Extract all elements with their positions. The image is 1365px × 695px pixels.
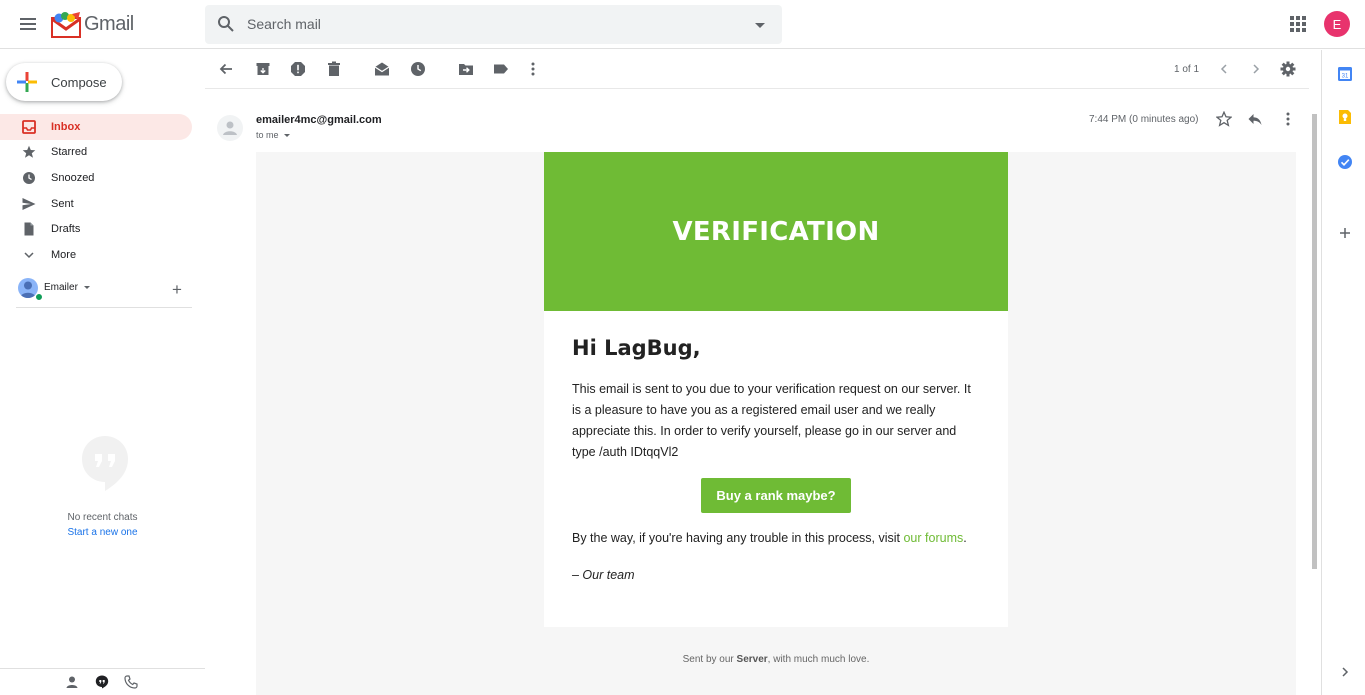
footer-suffix: , with much much love. bbox=[767, 654, 870, 665]
no-chats-text: No recent chats bbox=[67, 512, 138, 523]
search-input[interactable] bbox=[247, 13, 727, 35]
calendar-icon[interactable]: 31 bbox=[1337, 66, 1353, 82]
sidebar-item-label: Inbox bbox=[51, 120, 81, 133]
reply-icon[interactable] bbox=[1247, 111, 1263, 127]
sender-email: emailer4mc@gmail.com bbox=[256, 114, 382, 126]
expand-panel-chevron-icon[interactable] bbox=[1337, 664, 1353, 680]
side-panel: 31 bbox=[1321, 50, 1365, 695]
banner-title: VERIFICATION bbox=[672, 216, 880, 247]
more-vert-icon[interactable] bbox=[525, 61, 541, 77]
send-icon bbox=[22, 197, 36, 211]
label-icon[interactable] bbox=[493, 61, 509, 77]
compose-button[interactable]: Compose bbox=[6, 63, 122, 101]
search-options-icon[interactable] bbox=[755, 23, 765, 28]
main-menu-icon[interactable] bbox=[16, 12, 40, 36]
recipient-line[interactable]: to me bbox=[256, 130, 290, 140]
email-body: VERIFICATION Hi LagBug, This email is se… bbox=[256, 152, 1296, 695]
star-icon[interactable] bbox=[1216, 111, 1232, 127]
hangouts-tabs bbox=[0, 668, 205, 695]
contacts-icon[interactable] bbox=[64, 674, 80, 690]
trouble-suffix: . bbox=[963, 531, 967, 545]
gmail-logo[interactable]: Gmail bbox=[50, 9, 134, 39]
archive-icon[interactable] bbox=[255, 61, 271, 77]
chevron-left-icon[interactable] bbox=[1216, 61, 1232, 77]
account-caret-icon[interactable] bbox=[84, 286, 90, 289]
keep-icon[interactable] bbox=[1337, 109, 1353, 125]
trash-icon[interactable] bbox=[326, 61, 342, 77]
svg-text:31: 31 bbox=[1342, 74, 1349, 80]
forums-link[interactable]: our forums bbox=[903, 531, 963, 545]
email-card: VERIFICATION Hi LagBug, This email is se… bbox=[544, 152, 1008, 627]
details-caret-icon[interactable] bbox=[283, 134, 290, 138]
gmail-envelope-icon bbox=[50, 12, 81, 38]
trouble-prefix: By the way, if you're having any trouble… bbox=[572, 531, 904, 545]
email-body-text: This email is sent to you due to your ve… bbox=[572, 382, 971, 459]
report-spam-icon[interactable] bbox=[290, 61, 306, 77]
message-toolbar: 1 of 1 bbox=[205, 50, 1309, 89]
signoff: – Our team bbox=[572, 568, 635, 582]
snooze-clock-icon[interactable] bbox=[410, 61, 426, 77]
sidebar-item-more[interactable]: More bbox=[0, 242, 192, 268]
back-arrow-icon[interactable] bbox=[218, 61, 234, 77]
chevron-right-icon[interactable] bbox=[1248, 61, 1264, 77]
chat-bubble-icon[interactable] bbox=[94, 674, 110, 690]
apps-grid-icon[interactable] bbox=[1290, 16, 1306, 32]
sidebar-item-drafts[interactable]: Drafts bbox=[0, 216, 192, 242]
account-avatar[interactable]: E bbox=[1324, 11, 1350, 37]
footer-bold: Server bbox=[736, 654, 768, 665]
move-to-icon[interactable] bbox=[458, 61, 474, 77]
tasks-icon[interactable] bbox=[1337, 154, 1353, 170]
star-icon bbox=[22, 145, 36, 159]
top-bar: Gmail E bbox=[0, 0, 1365, 49]
online-status-icon bbox=[35, 293, 43, 301]
sidebar-item-label: Drafts bbox=[51, 223, 81, 236]
sidebar-item-sent[interactable]: Sent bbox=[0, 191, 192, 217]
hangouts-account-name: Emailer bbox=[44, 282, 78, 293]
buy-rank-button[interactable]: Buy a rank maybe? bbox=[701, 478, 851, 513]
sidebar-item-label: More bbox=[51, 248, 77, 261]
inbox-icon bbox=[22, 119, 36, 134]
sidebar-item-starred[interactable]: Starred bbox=[0, 140, 192, 166]
add-addon-icon[interactable] bbox=[1337, 225, 1353, 241]
more-vert-icon[interactable] bbox=[1280, 111, 1296, 127]
sidebar-item-label: Snoozed bbox=[51, 171, 95, 184]
mark-unread-icon[interactable] bbox=[374, 61, 390, 77]
search-bar[interactable] bbox=[205, 5, 782, 44]
footer-prefix: Sent by our bbox=[682, 654, 737, 665]
phone-icon[interactable] bbox=[123, 674, 139, 690]
settings-gear-icon[interactable] bbox=[1280, 61, 1296, 77]
main-pane: 1 of 1 emailer4mc@gmail.com to me 7:44 P… bbox=[205, 50, 1321, 695]
sidebar-item-label: Sent bbox=[51, 197, 74, 210]
sidebar-item-inbox[interactable]: Inbox bbox=[0, 114, 192, 140]
sidebar-item-label: Starred bbox=[51, 146, 88, 159]
sidebar: Compose Inbox Starred Snoozed Sent Draft… bbox=[0, 50, 205, 695]
start-chat-link[interactable]: Start a new one bbox=[0, 527, 205, 538]
pager-text: 1 of 1 bbox=[1174, 64, 1200, 75]
hangouts-account[interactable]: Emailer + bbox=[16, 276, 192, 308]
message-time: 7:44 PM (0 minutes ago) bbox=[1089, 114, 1199, 125]
search-icon[interactable] bbox=[217, 15, 235, 38]
email-footer: Sent by our Server, with much much love. bbox=[256, 654, 1296, 665]
recipient-text: to me bbox=[256, 130, 279, 140]
trouble-text: By the way, if you're having any trouble… bbox=[572, 531, 967, 545]
hangouts-quote-icon bbox=[80, 435, 130, 495]
app-name: Gmail bbox=[84, 12, 134, 35]
nav-list: Inbox Starred Snoozed Sent Drafts More bbox=[0, 114, 192, 268]
draft-icon bbox=[22, 222, 36, 236]
compose-label: Compose bbox=[51, 74, 107, 90]
add-contact-icon[interactable]: + bbox=[172, 280, 182, 300]
chevron-down-icon bbox=[22, 248, 36, 262]
compose-plus-icon bbox=[17, 72, 37, 92]
sender-avatar bbox=[217, 115, 243, 141]
verification-banner: VERIFICATION bbox=[544, 152, 1008, 311]
greeting: Hi LagBug, bbox=[572, 336, 701, 360]
clock-icon bbox=[22, 171, 36, 185]
scrollbar-thumb[interactable] bbox=[1312, 114, 1317, 569]
sidebar-item-snoozed[interactable]: Snoozed bbox=[0, 165, 192, 191]
